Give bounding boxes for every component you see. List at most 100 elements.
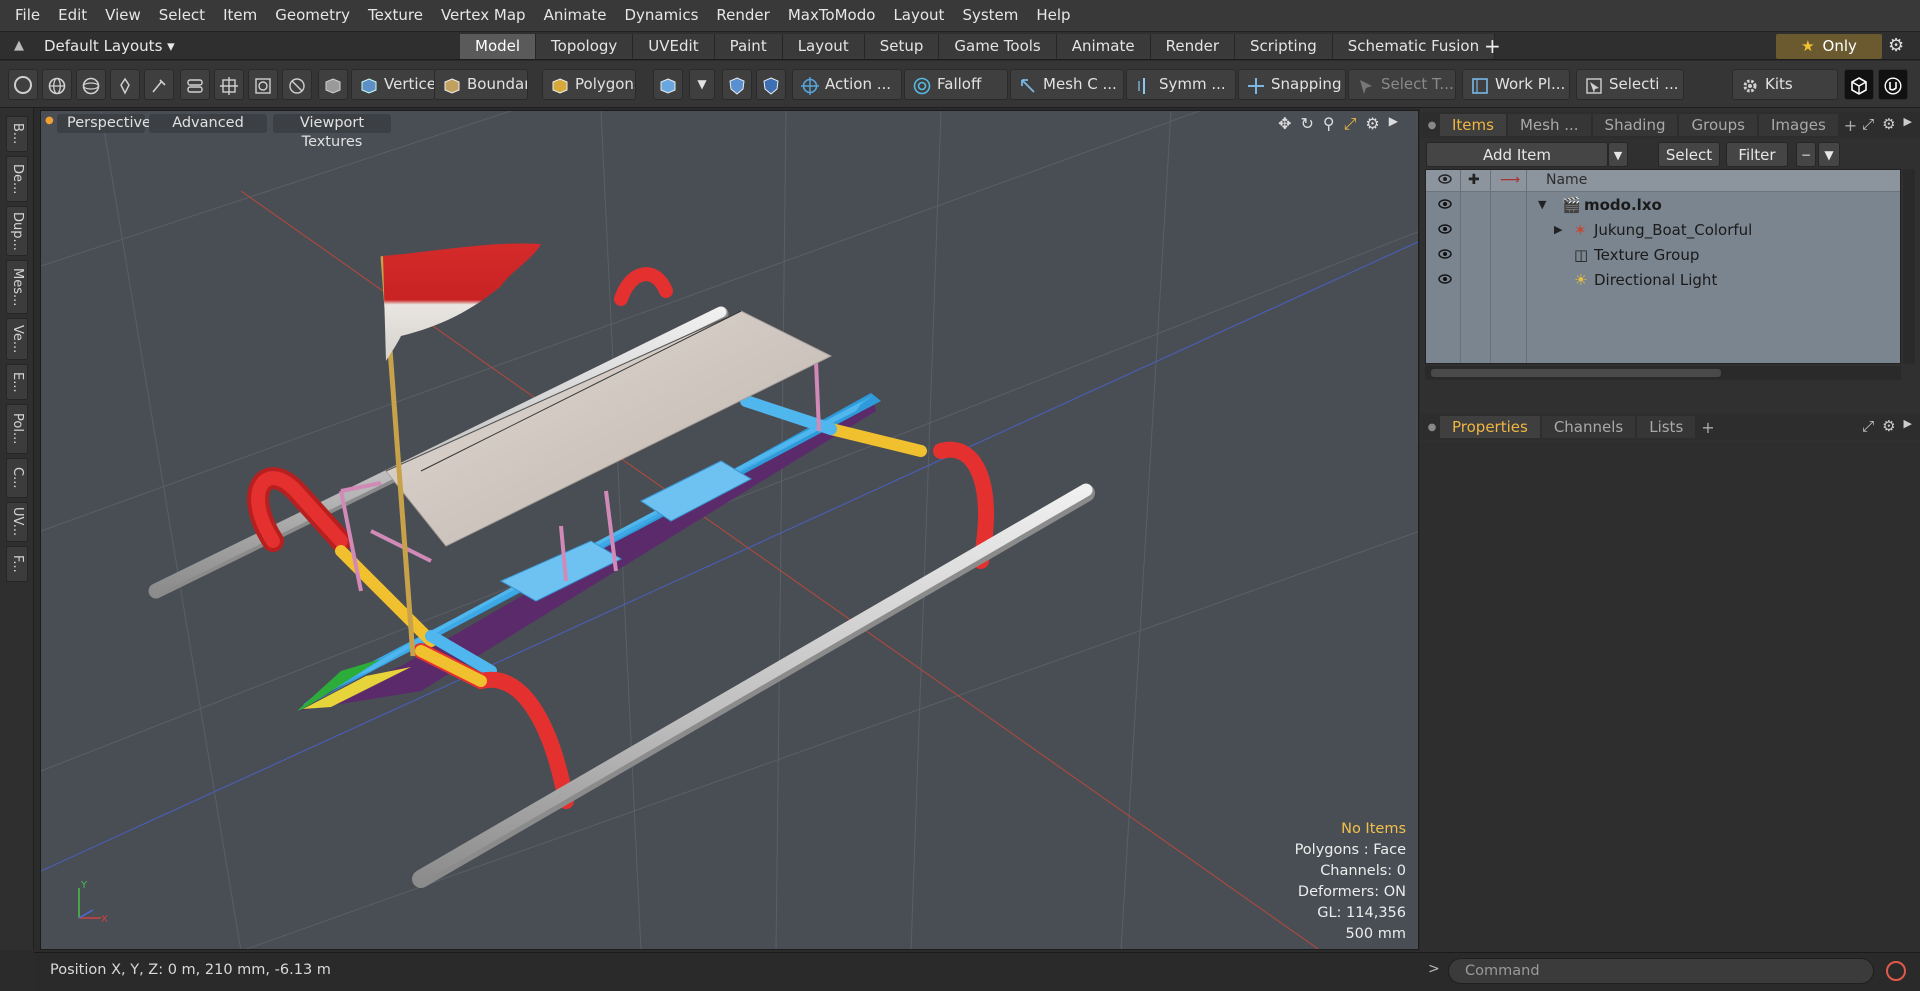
action-center-b-button[interactable] <box>756 69 786 100</box>
properties-dot-icon[interactable]: ● <box>1424 422 1440 433</box>
viewport-textures-button[interactable]: Viewport Textures <box>273 114 391 150</box>
sphere-mode-button[interactable] <box>76 69 106 100</box>
rotate-icon[interactable]: ↻ <box>1300 114 1313 134</box>
mesh-constraint-button[interactable]: Mesh C ... <box>1010 69 1124 100</box>
menu-help[interactable]: Help <box>1027 0 1079 31</box>
command-input[interactable]: Command <box>1448 958 1874 984</box>
snapping-button[interactable]: Snapping <box>1238 69 1346 100</box>
properties-menu-arrow-icon[interactable]: ▶ <box>1904 417 1912 435</box>
maximize-icon[interactable]: ⤢ <box>1344 114 1357 134</box>
perspective-button[interactable]: Perspective <box>57 114 151 133</box>
tab-images[interactable]: Images <box>1758 114 1838 136</box>
select-vertices-mode-button[interactable] <box>42 69 72 100</box>
menu-file[interactable]: File <box>6 0 49 31</box>
left-tab-duplicate[interactable]: Dup... <box>6 206 28 256</box>
left-tab-edge[interactable]: E... <box>6 364 28 400</box>
symmetry-button[interactable]: Symm ... <box>1126 69 1236 100</box>
left-tab-curve[interactable]: C... <box>6 458 28 498</box>
add-tab-icon[interactable]: + <box>1484 32 1501 61</box>
tab-model[interactable]: Model <box>460 34 537 59</box>
expand-arrow-icon[interactable]: ▶ <box>1554 218 1562 242</box>
tab-channels[interactable]: Channels <box>1541 416 1636 438</box>
select-through-button[interactable]: Select T... <box>1348 69 1456 100</box>
tab-lists[interactable]: Lists <box>1637 416 1696 438</box>
tab-schematic-fusion[interactable]: Schematic Fusion <box>1332 34 1496 59</box>
panel-dot-icon[interactable]: ● <box>1424 120 1440 131</box>
viewport-3d[interactable]: ● Perspective Advanced Viewport Textures… <box>40 110 1419 950</box>
tab-paint[interactable]: Paint <box>714 34 783 59</box>
layout-selector[interactable]: Default Layouts ▾ <box>44 32 175 61</box>
item-mode-button[interactable] <box>318 69 348 100</box>
vertices-mode-button[interactable]: Vertices <box>351 69 435 100</box>
collapse-list-icon[interactable]: − <box>1796 142 1816 167</box>
command-arrow-icon[interactable]: > <box>1428 961 1440 977</box>
advanced-button[interactable]: Advanced <box>149 114 267 133</box>
eye-icon[interactable] <box>1438 199 1452 209</box>
frame-tool-button[interactable] <box>248 69 278 100</box>
menu-edit[interactable]: Edit <box>49 0 96 31</box>
viewport-dot-icon[interactable]: ● <box>45 115 54 126</box>
action-center-a-button[interactable] <box>722 69 752 100</box>
add-item-dropdown-icon[interactable]: ▼ <box>1608 142 1628 167</box>
select-auto-button[interactable] <box>8 69 38 100</box>
polygons-mode-button[interactable]: Polygons <box>542 69 636 100</box>
brush-tool-button[interactable] <box>144 69 174 100</box>
menu-render[interactable]: Render <box>707 0 778 31</box>
panel-gear-icon[interactable]: ⚙ <box>1882 115 1895 133</box>
boundary-mode-button[interactable]: Boundary <box>434 69 528 100</box>
menu-geometry[interactable]: Geometry <box>266 0 359 31</box>
align-tool-button[interactable] <box>180 69 210 100</box>
panel-menu-arrow-icon[interactable]: ▶ <box>1904 115 1912 133</box>
item-row-texture-group[interactable]: ◫ Texture Group <box>1426 243 1900 267</box>
menu-dynamics[interactable]: Dynamics <box>615 0 707 31</box>
item-row-scene[interactable]: ▼ 🎬 modo.lxo <box>1426 193 1900 217</box>
tab-uvedit[interactable]: UVEdit <box>633 34 715 59</box>
menu-select[interactable]: Select <box>150 0 214 31</box>
visibility-header-icon[interactable] <box>1438 173 1452 189</box>
axis-header-icon[interactable]: ⟶ <box>1500 172 1520 188</box>
expand-arrow-icon[interactable]: ▼ <box>1538 193 1546 217</box>
tab-render[interactable]: Render <box>1150 34 1236 59</box>
left-tab-uv[interactable]: UV... <box>6 502 28 542</box>
viewport-menu-arrow-icon[interactable]: ▶ <box>1389 114 1398 134</box>
left-tab-basic[interactable]: B... <box>6 116 28 152</box>
menu-vertex-map[interactable]: Vertex Map <box>432 0 535 31</box>
tab-setup[interactable]: Setup <box>864 34 940 59</box>
left-tab-vertex[interactable]: Ve... <box>6 318 28 360</box>
name-column-header[interactable]: Name <box>1546 172 1587 188</box>
tab-topology[interactable]: Topology <box>536 34 634 59</box>
filter-button[interactable]: Filter <box>1726 142 1788 167</box>
tab-scripting[interactable]: Scripting <box>1235 34 1333 59</box>
left-tab-deform[interactable]: De... <box>6 156 28 202</box>
tab-shading[interactable]: Shading <box>1592 114 1678 136</box>
menu-item[interactable]: Item <box>214 0 266 31</box>
lasso-tool-button[interactable] <box>282 69 312 100</box>
material-mode-button[interactable] <box>653 69 683 100</box>
left-tab-fusion[interactable]: F... <box>6 546 28 582</box>
only-toggle[interactable]: ★ Only <box>1776 34 1882 59</box>
items-horizontal-scrollbar[interactable] <box>1425 366 1901 380</box>
menu-animate[interactable]: Animate <box>535 0 616 31</box>
grid-tool-button[interactable] <box>214 69 244 100</box>
left-tab-mesh-edit[interactable]: Mes... <box>6 260 28 314</box>
item-row-directional-light[interactable]: ☀ Directional Light <box>1426 268 1900 292</box>
selection-sets-button[interactable]: Selecti ... <box>1576 69 1684 100</box>
scene-render[interactable] <box>41 111 1419 950</box>
tab-game-tools[interactable]: Game Tools <box>939 34 1057 59</box>
gear-icon[interactable]: ⚙ <box>1888 35 1904 56</box>
tab-layout[interactable]: Layout <box>782 34 865 59</box>
add-panel-tab-icon[interactable]: + <box>1844 116 1857 135</box>
pen-tool-button[interactable] <box>110 69 140 100</box>
menu-layout[interactable]: Layout <box>884 0 953 31</box>
expand-panel-icon[interactable]: ⤢ <box>1862 115 1874 133</box>
tab-animate[interactable]: Animate <box>1056 34 1151 59</box>
zoom-icon[interactable]: ⚲ <box>1323 114 1335 134</box>
menu-maxtomodo[interactable]: MaxToModo <box>779 0 885 31</box>
falloff-button[interactable]: Falloff <box>904 69 1008 100</box>
record-macro-icon[interactable] <box>1886 961 1906 981</box>
tab-groups[interactable]: Groups <box>1679 114 1757 136</box>
tab-items[interactable]: Items <box>1440 114 1506 136</box>
select-button[interactable]: Select <box>1658 142 1720 167</box>
menu-view[interactable]: View <box>96 0 150 31</box>
kits-button[interactable]: Kits <box>1732 69 1838 100</box>
